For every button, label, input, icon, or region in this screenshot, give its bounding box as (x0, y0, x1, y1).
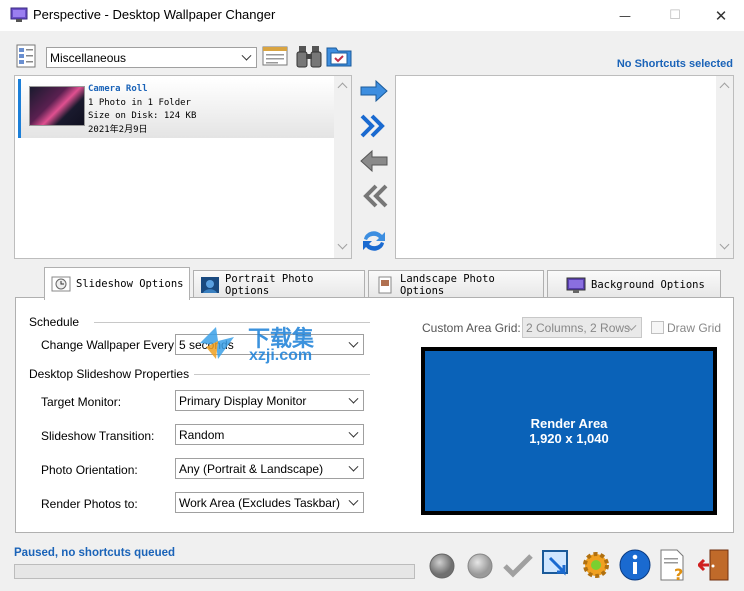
scroll-up-icon[interactable] (719, 82, 730, 93)
slideshow-icon[interactable] (262, 43, 288, 69)
pause-icon[interactable] (463, 548, 497, 582)
album-size: Size on Disk: 124 KB (88, 111, 197, 121)
render-area-preview: Render Area 1,920 x 1,040 (425, 351, 713, 511)
chevron-down-icon (348, 461, 359, 472)
exit-door-icon[interactable] (698, 548, 732, 582)
list-item[interactable]: Camera Roll 1 Photo in 1 Folder Size on … (18, 79, 334, 138)
tab-portrait-photo-options[interactable]: Portrait Photo Options (193, 270, 365, 299)
scroll-up-icon[interactable] (337, 82, 348, 93)
refresh-icon[interactable] (358, 227, 390, 255)
chevron-down-icon (348, 393, 359, 404)
target-monitor-select[interactable]: Primary Display Monitor (175, 390, 364, 411)
render-photos-select[interactable]: Work Area (Excludes Taskbar) (175, 492, 364, 513)
watermark-url: xzji.com (249, 347, 313, 364)
scroll-down-icon[interactable] (337, 239, 348, 250)
draw-grid-checkbox[interactable] (651, 321, 664, 334)
status-text: Paused, no shortcuts queued (14, 547, 176, 559)
minimize-button[interactable]: — (602, 0, 648, 31)
album-title: Camera Roll (88, 84, 148, 94)
watermark-logo-icon (200, 327, 234, 359)
category-value: Miscellaneous (50, 50, 127, 65)
chevron-down-icon (348, 337, 359, 348)
photo-orientation-select[interactable]: Any (Portrait & Landscape) (175, 458, 364, 479)
album-date: 2021年2月9日 (88, 124, 148, 135)
custom-area-grid-value: 2 Columns, 2 Rows (526, 320, 631, 335)
album-scrollbar[interactable] (334, 76, 351, 258)
gear-icon[interactable] (579, 548, 613, 582)
remove-all-arrow-icon[interactable] (358, 182, 390, 210)
minimize-icon: — (619, 8, 631, 23)
schedule-heading: Schedule (29, 315, 80, 329)
monitor-arrow-icon[interactable] (540, 548, 574, 582)
app-icon (10, 7, 28, 22)
target-monitor-label: Target Monitor: (41, 395, 122, 409)
tab-background-options[interactable]: Background Options (547, 270, 721, 299)
custom-area-grid-select[interactable]: 2 Columns, 2 Rows (522, 317, 642, 338)
help-document-icon[interactable]: ? (656, 548, 690, 582)
tab-landscape-photo-options[interactable]: Landscape Photo Options (368, 270, 544, 299)
window-title: Perspective - Desktop Wallpaper Changer (33, 7, 276, 22)
record-icon[interactable] (425, 548, 459, 582)
close-icon: ✕ (714, 6, 728, 25)
custom-area-grid-label: Custom Area Grid: (422, 321, 521, 335)
add-arrow-icon[interactable] (358, 77, 390, 105)
shortcut-list[interactable] (395, 75, 734, 259)
checkmark-icon[interactable] (501, 548, 535, 582)
tab-label: Landscape Photo Options (400, 273, 495, 297)
render-photos-value: Work Area (Excludes Taskbar) (179, 495, 340, 510)
monitor-icon (566, 277, 586, 293)
chevron-down-icon (241, 50, 252, 61)
title-bar: Perspective - Desktop Wallpaper Changer … (0, 0, 744, 31)
album-thumbnail (29, 86, 85, 126)
slideshow-transition-select[interactable]: Random (175, 424, 364, 445)
scroll-down-icon[interactable] (719, 239, 730, 250)
draw-grid-label: Draw Grid (667, 321, 722, 335)
landscape-icon (378, 276, 392, 294)
album-list[interactable]: Camera Roll 1 Photo in 1 Folder Size on … (14, 75, 352, 259)
tab-label: Background Options (591, 279, 705, 291)
remove-arrow-icon[interactable] (358, 147, 390, 175)
category-select[interactable]: Miscellaneous (46, 47, 257, 68)
info-icon[interactable] (618, 548, 652, 582)
maximize-icon: ☐ (669, 8, 681, 23)
slideshow-transition-value: Random (179, 427, 225, 442)
add-all-arrow-icon[interactable] (358, 112, 390, 140)
close-button[interactable]: ✕ (698, 0, 744, 31)
render-area-size: 1,920 x 1,040 (529, 431, 609, 446)
maximize-button[interactable]: ☐ (652, 0, 698, 31)
chevron-down-icon (348, 495, 359, 506)
render-photos-label: Render Photos to: (41, 497, 138, 511)
list-icon[interactable] (14, 43, 40, 69)
tab-slideshow-options[interactable]: Slideshow Options (44, 267, 190, 300)
svg-text:?: ? (674, 565, 683, 582)
render-area[interactable]: Render Area 1,920 x 1,040 (421, 347, 717, 515)
clock-icon (51, 276, 71, 292)
change-wallpaper-label: Change Wallpaper Every: (41, 338, 178, 352)
photo-orientation-value: Any (Portrait & Landscape) (179, 461, 324, 476)
divider (194, 374, 370, 375)
shortcut-scrollbar[interactable] (716, 76, 733, 258)
slideshow-transition-label: Slideshow Transition: (41, 429, 155, 443)
chevron-down-icon (348, 427, 359, 438)
photo-orientation-label: Photo Orientation: (41, 463, 138, 477)
tab-label: Slideshow Options (76, 278, 184, 290)
render-area-title: Render Area (530, 416, 608, 431)
tab-label: Portrait Photo Options (225, 273, 314, 297)
folder-icon[interactable] (326, 43, 352, 69)
target-monitor-value: Primary Display Monitor (179, 393, 307, 408)
album-info: Camera Roll 1 Photo in 1 Folder Size on … (88, 83, 196, 137)
shortcuts-status: No Shortcuts selected (616, 58, 733, 70)
desktop-properties-heading: Desktop Slideshow Properties (29, 367, 190, 381)
portrait-icon (201, 277, 219, 293)
album-photos: 1 Photo in 1 Folder (88, 97, 191, 108)
binoculars-icon[interactable] (296, 43, 322, 69)
progress-bar (14, 564, 415, 579)
